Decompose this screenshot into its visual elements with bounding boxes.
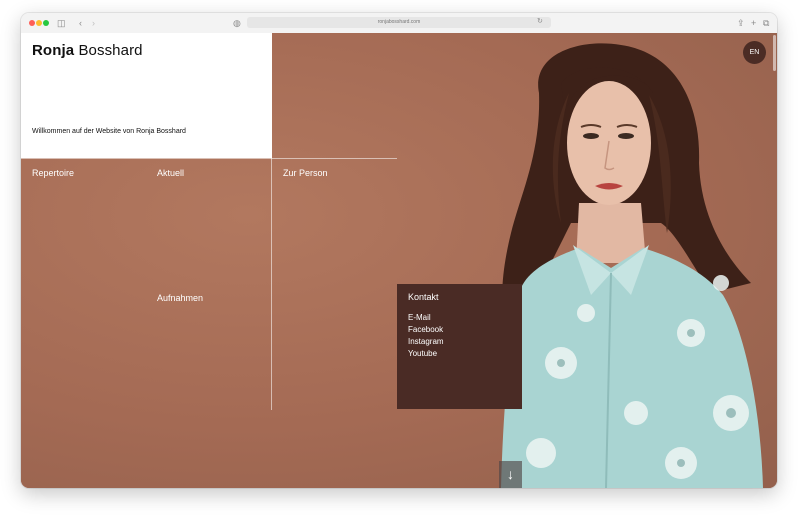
scroll-down-button[interactable]: ↓ [499,461,522,488]
browser-toolbar: ◫ ‹ › ◍ ronjabosshard.com ↻ ⇪ + ⧉ [21,13,777,34]
grid-line [21,158,397,159]
close-window-button[interactable] [29,20,35,26]
language-switch-button[interactable]: EN [743,41,766,64]
nav-aufnahmen[interactable]: Aufnahmen [157,293,203,303]
forward-icon[interactable]: › [92,16,95,30]
new-tab-icon[interactable]: + [751,16,756,30]
site-title-first: Ronja [32,42,75,59]
welcome-text: Willkommen auf der Website von Ronja Bos… [32,128,186,135]
kontakt-youtube-link[interactable]: Youtube [408,349,437,358]
tabs-icon[interactable]: ⧉ [763,16,769,30]
nav-repertoire[interactable]: Repertoire [32,168,74,178]
browser-window: ◫ ‹ › ◍ ronjabosshard.com ↻ ⇪ + ⧉ Ronja … [21,13,777,488]
hero-title-box: Ronja Bosshard Willkommen auf der Websit… [21,33,272,158]
kontakt-email-link[interactable]: E-Mail [408,313,431,322]
share-icon[interactable]: ⇪ [737,16,745,30]
site-title-last: Bosshard [74,42,143,59]
back-icon[interactable]: ‹ [79,16,82,30]
minimize-window-button[interactable] [36,20,42,26]
grid-line [271,158,272,410]
arrow-down-icon: ↓ [507,466,514,482]
sidebar-icon[interactable]: ◫ [57,16,66,30]
zoom-window-button[interactable] [43,20,49,26]
nav-zur-person[interactable]: Zur Person [283,168,328,178]
kontakt-facebook-link[interactable]: Facebook [408,325,443,334]
shield-icon: ◍ [233,18,241,28]
reload-icon[interactable]: ↻ [537,15,543,29]
page-scrollbar[interactable] [773,35,776,71]
kontakt-box: Kontakt E-Mail Facebook Instagram Youtub… [397,284,522,409]
page-viewport: Ronja Bosshard Willkommen auf der Websit… [21,33,777,488]
portrait-photo [501,43,763,488]
kontakt-title: Kontakt [408,292,439,302]
nav-aktuell[interactable]: Aktuell [157,168,184,178]
url-text: ronjabosshard.com [377,19,421,25]
site-title[interactable]: Ronja Bosshard [32,42,143,59]
kontakt-instagram-link[interactable]: Instagram [408,337,444,346]
address-bar[interactable]: ronjabosshard.com ↻ [247,17,551,28]
